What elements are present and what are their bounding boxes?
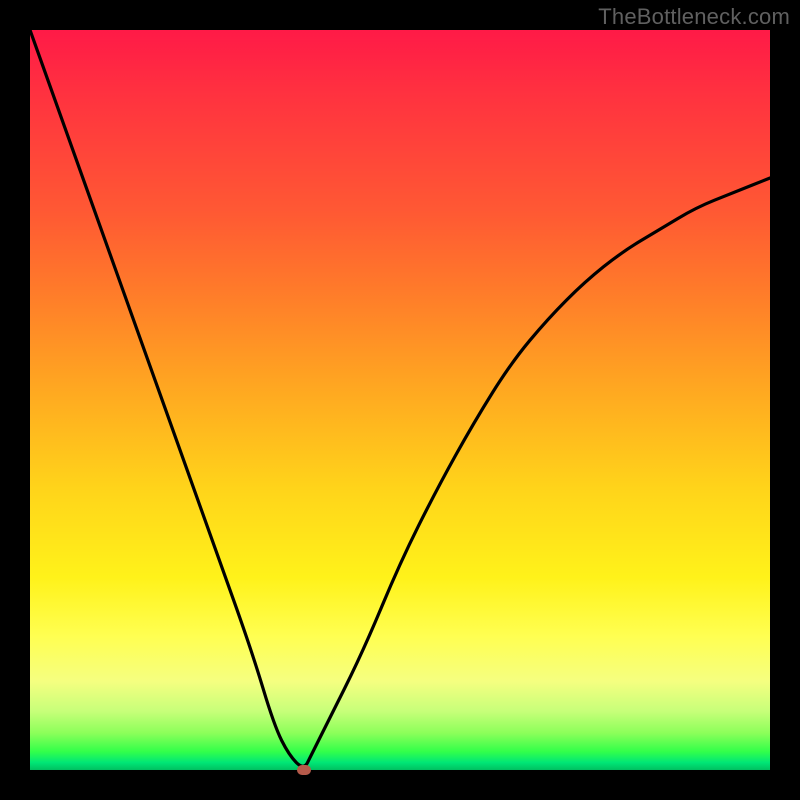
optimal-point-marker — [297, 765, 311, 775]
bottleneck-curve — [30, 30, 770, 766]
chart-frame: TheBottleneck.com — [0, 0, 800, 800]
curve-layer — [30, 30, 770, 770]
attribution-label: TheBottleneck.com — [598, 4, 790, 30]
plot-area — [30, 30, 770, 770]
